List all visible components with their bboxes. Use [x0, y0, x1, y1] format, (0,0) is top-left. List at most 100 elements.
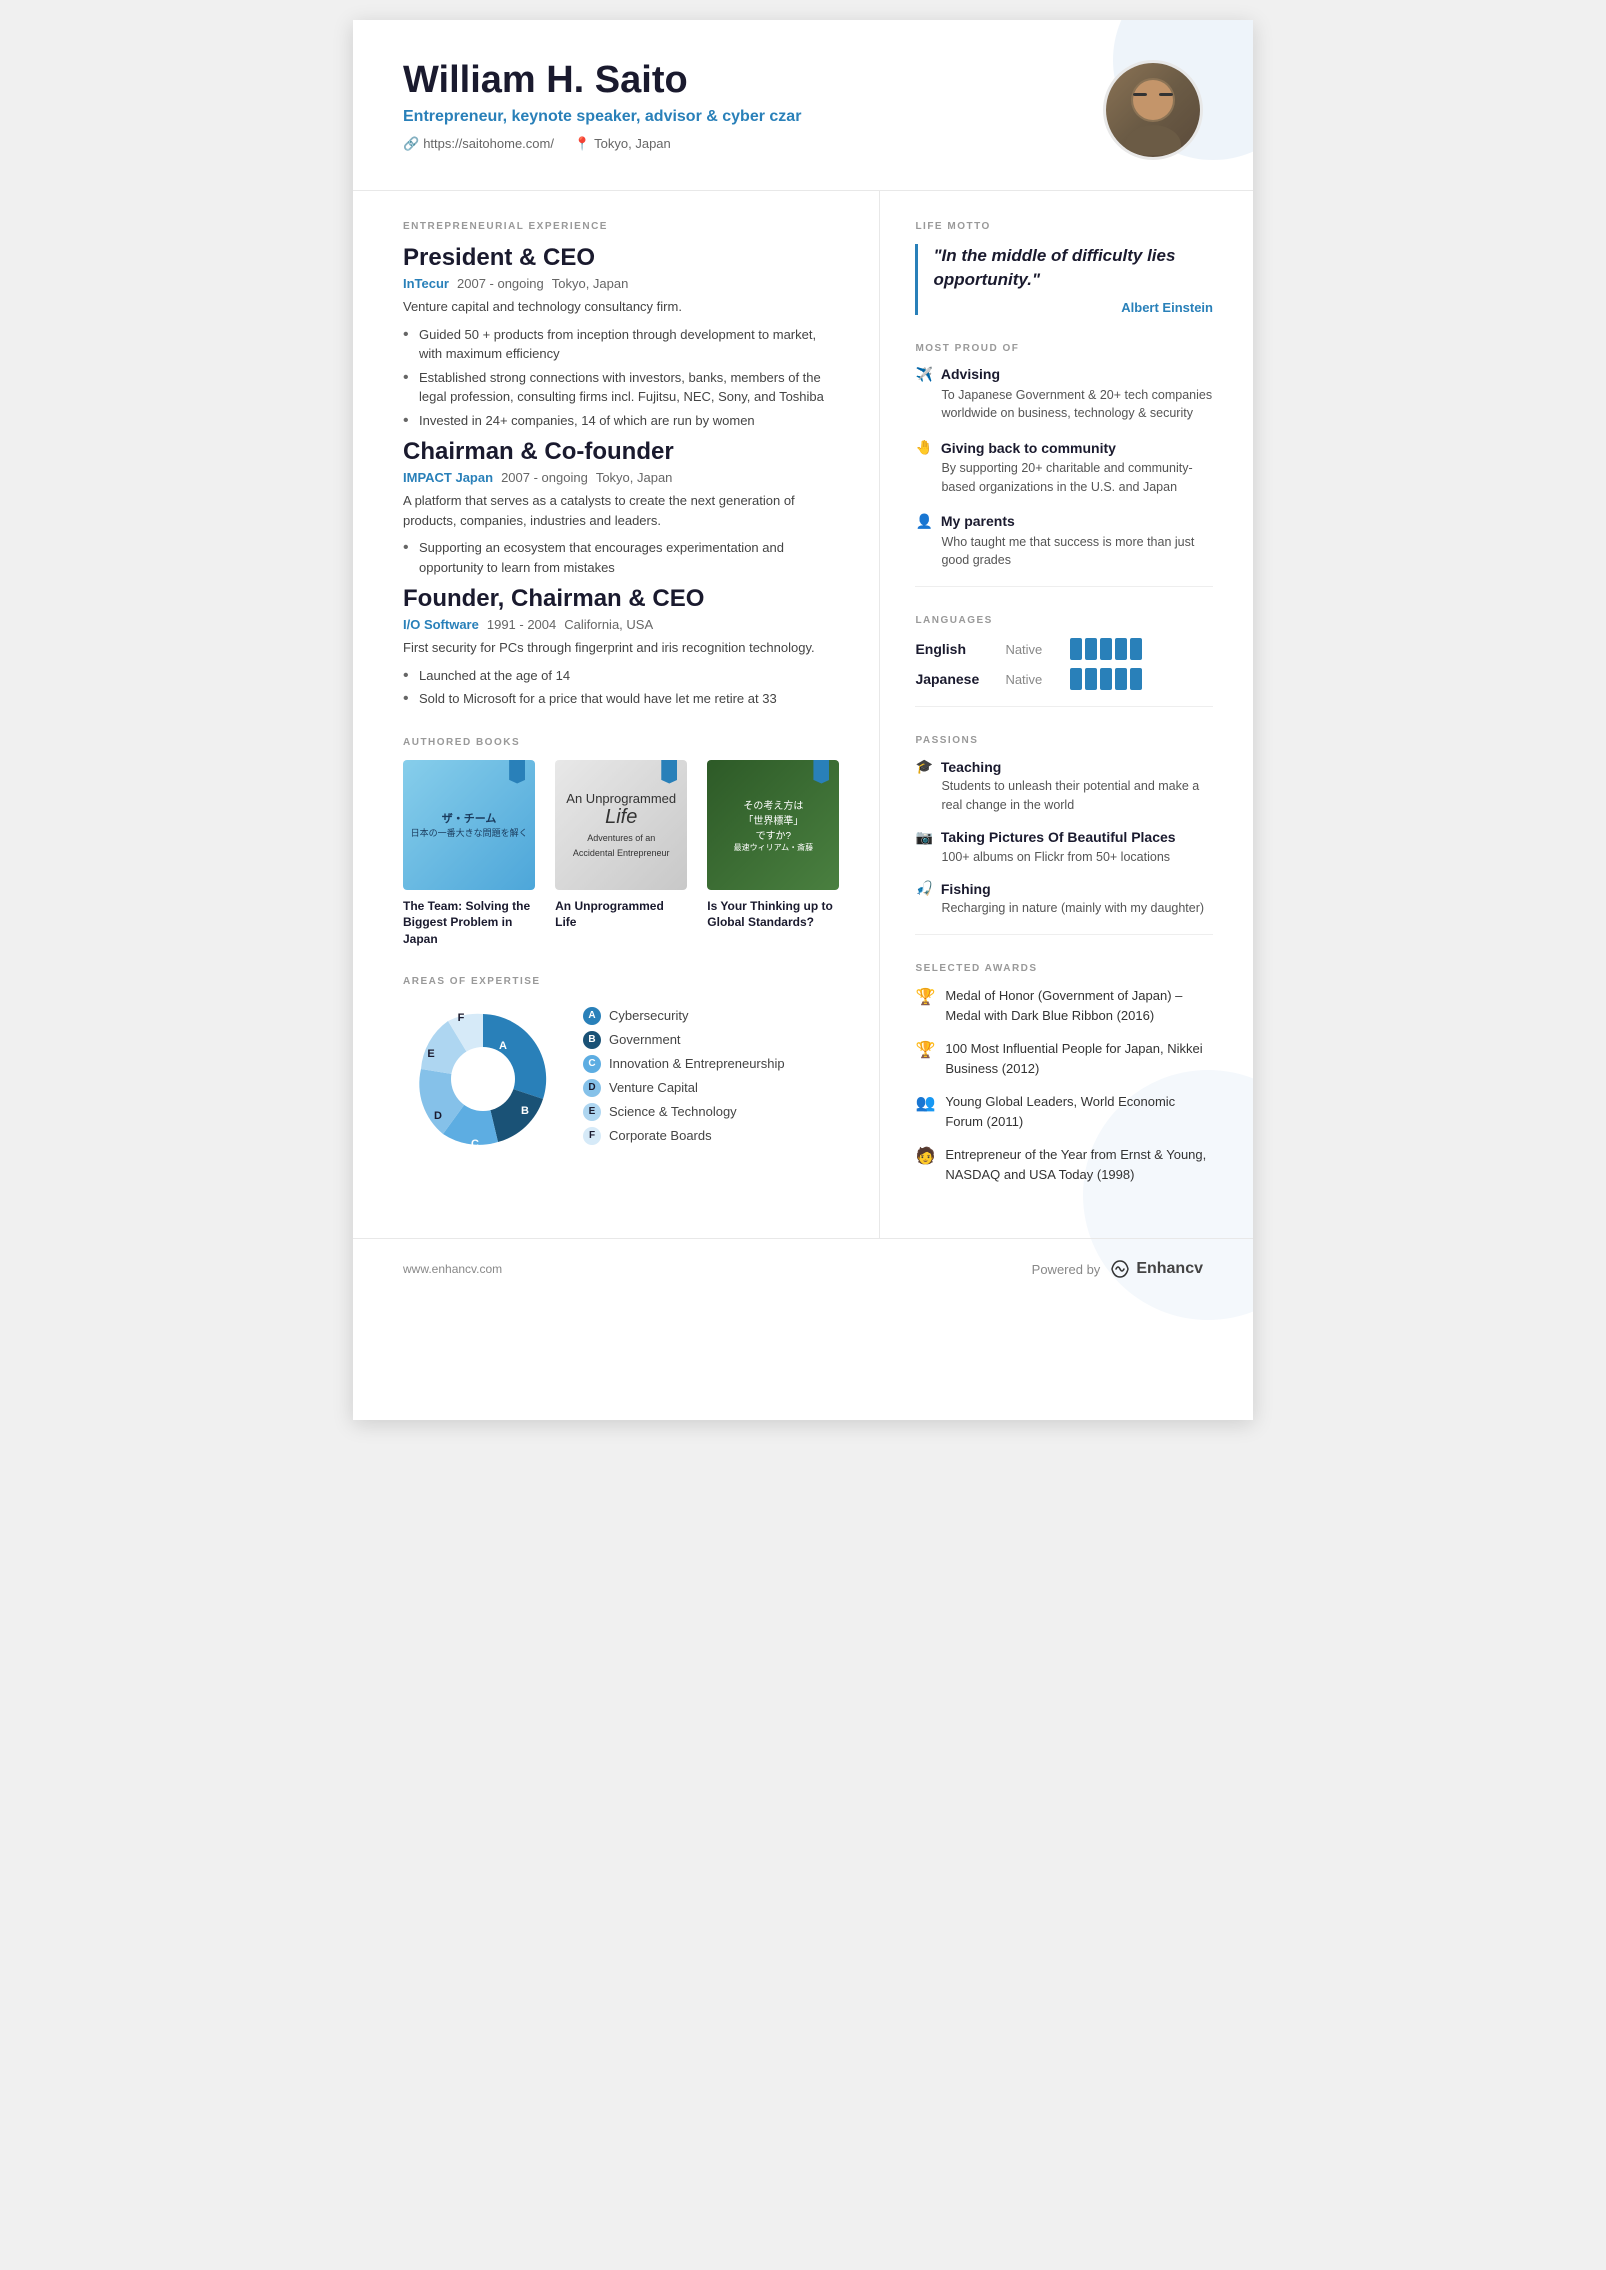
proud-icon-3: 👤	[915, 513, 932, 530]
book-bookmark-1	[509, 760, 525, 784]
passion-title-3: 🎣 Fishing	[915, 880, 1213, 897]
lang-bars-1	[1070, 638, 1142, 660]
location-icon: 📍	[574, 136, 590, 152]
legend-label-c: Innovation & Entrepreneurship	[609, 1056, 785, 1071]
divider-1	[915, 586, 1213, 587]
expertise-legend: A Cybersecurity B Government C Innovatio…	[583, 1007, 839, 1151]
location-info: 📍 Tokyo, Japan	[574, 136, 671, 152]
right-column: LIFE MOTTO "In the middle of difficulty …	[880, 191, 1253, 1238]
footer-powered: Powered by Enhancv	[1032, 1257, 1203, 1281]
resume-container: William H. Saito Entrepreneur, keynote s…	[353, 20, 1253, 1420]
book-item-2: An UnprogrammedLifeAdventures of anAccid…	[555, 760, 687, 948]
book-bookmark-3	[813, 760, 829, 784]
motto-section-label: LIFE MOTTO	[915, 221, 1213, 232]
svg-text:B: B	[521, 1105, 529, 1117]
lang-bar	[1130, 638, 1142, 660]
bullet-item: Established strong connections with inve…	[403, 368, 839, 407]
passion-icon-1: 🎓	[915, 758, 932, 775]
passion-desc-1: Students to unleash their potential and …	[941, 777, 1213, 815]
proud-title-3: 👤 My parents	[915, 513, 1213, 530]
enhancv-brand-name: Enhancv	[1136, 1260, 1203, 1278]
legend-label-a: Cybersecurity	[609, 1008, 688, 1023]
website-link[interactable]: 🔗 https://saitohome.com/	[403, 136, 554, 152]
passion-item-3: 🎣 Fishing Recharging in nature (mainly w…	[915, 880, 1213, 918]
experience-item-2: Chairman & Co-founder IMPACT Japan 2007 …	[403, 438, 839, 577]
bullet-item: Sold to Microsoft for a price that would…	[403, 689, 839, 709]
passion-icon-2: 📷	[915, 829, 932, 846]
legend-label-b: Government	[609, 1032, 681, 1047]
lang-name-1: English	[915, 641, 995, 657]
books-grid: ザ・チーム日本の一番大きな問題を解く The Team: Solving the…	[403, 760, 839, 948]
award-text-2: 100 Most Influential People for Japan, N…	[945, 1039, 1213, 1078]
exp-period-2: 2007 - ongoing	[501, 470, 588, 485]
exp-bullets-1: Guided 50 + products from inception thro…	[403, 325, 839, 431]
proud-item-2: 🤚 Giving back to community By supporting…	[915, 439, 1213, 497]
bullet-item: Launched at the age of 14	[403, 666, 839, 686]
proud-title-1: ✈️ Advising	[915, 366, 1213, 383]
left-column: ENTREPRENEURIAL EXPERIENCE President & C…	[353, 191, 880, 1238]
lang-bar	[1115, 638, 1127, 660]
award-item-1: 🏆 Medal of Honor (Government of Japan) –…	[915, 986, 1213, 1025]
book-cover-text-3: その考え方は「世界標準」ですか?最速ウィリアム・斎藤	[729, 792, 818, 858]
exp-company-1: InTecur	[403, 276, 449, 291]
proud-item-3: 👤 My parents Who taught me that success …	[915, 513, 1213, 571]
exp-desc-2: A platform that serves as a catalysts to…	[403, 491, 839, 530]
main-content: ENTREPRENEURIAL EXPERIENCE President & C…	[353, 191, 1253, 1238]
powered-by-text: Powered by	[1032, 1262, 1101, 1277]
exp-title-1: President & CEO	[403, 244, 839, 272]
legend-label-e: Science & Technology	[609, 1104, 737, 1119]
motto-box: "In the middle of difficulty lies opport…	[915, 244, 1213, 315]
expertise-chart: A B C D E F	[403, 999, 563, 1159]
exp-bullets-2: Supporting an ecosystem that encourages …	[403, 538, 839, 577]
lang-bar	[1070, 668, 1082, 690]
legend-item-c: C Innovation & Entrepreneurship	[583, 1055, 839, 1073]
header-info: William H. Saito Entrepreneur, keynote s…	[403, 60, 801, 152]
exp-company-2: IMPACT Japan	[403, 470, 493, 485]
book-cover-text-1: ザ・チーム日本の一番大きな問題を解く	[406, 805, 533, 844]
footer: www.enhancv.com Powered by Enhancv	[353, 1238, 1253, 1299]
bullet-item: Invested in 24+ companies, 14 of which a…	[403, 411, 839, 431]
lang-level-2: Native	[1005, 672, 1060, 687]
awards-section-label: SELECTED AWARDS	[915, 963, 1213, 974]
legend-item-f: F Corporate Boards	[583, 1127, 839, 1145]
exp-location-1: Tokyo, Japan	[552, 276, 629, 291]
legend-label-f: Corporate Boards	[609, 1128, 712, 1143]
award-text-4: Entrepreneur of the Year from Ernst & Yo…	[945, 1145, 1213, 1184]
lang-level-1: Native	[1005, 642, 1060, 657]
award-icon-2: 🏆	[915, 1040, 935, 1060]
bullet-item: Supporting an ecosystem that encourages …	[403, 538, 839, 577]
enhancv-icon	[1108, 1257, 1132, 1281]
book-title-1: The Team: Solving the Biggest Problem in…	[403, 898, 535, 948]
expertise-section-label: AREAS OF EXPERTISE	[403, 976, 839, 987]
books-section-label: AUTHORED BOOKS	[403, 737, 839, 748]
proud-section-label: MOST PROUD OF	[915, 343, 1213, 354]
divider-2	[915, 706, 1213, 707]
passion-icon-3: 🎣	[915, 880, 932, 897]
exp-period-1: 2007 - ongoing	[457, 276, 544, 291]
legend-letter-e: E	[583, 1103, 601, 1121]
book-cover-2: An UnprogrammedLifeAdventures of anAccid…	[555, 760, 687, 890]
proud-icon-1: ✈️	[915, 366, 932, 383]
svg-text:A: A	[499, 1040, 507, 1052]
svg-text:F: F	[458, 1012, 465, 1024]
lang-bar	[1085, 668, 1097, 690]
legend-letter-c: C	[583, 1055, 601, 1073]
legend-item-d: D Venture Capital	[583, 1079, 839, 1097]
book-item-1: ザ・チーム日本の一番大きな問題を解く The Team: Solving the…	[403, 760, 535, 948]
exp-desc-1: Venture capital and technology consultan…	[403, 297, 839, 317]
lang-bar	[1100, 668, 1112, 690]
exp-title-2: Chairman & Co-founder	[403, 438, 839, 466]
legend-item-e: E Science & Technology	[583, 1103, 839, 1121]
lang-bar	[1070, 638, 1082, 660]
person-name: William H. Saito	[403, 60, 801, 102]
book-item-3: その考え方は「世界標準」ですか?最速ウィリアム・斎藤 Is Your Think…	[707, 760, 839, 948]
legend-letter-d: D	[583, 1079, 601, 1097]
award-text-1: Medal of Honor (Government of Japan) – M…	[945, 986, 1213, 1025]
passion-desc-3: Recharging in nature (mainly with my dau…	[941, 899, 1213, 918]
exp-meta-3: I/O Software 1991 - 2004 California, USA	[403, 617, 839, 632]
experience-item-1: President & CEO InTecur 2007 - ongoing T…	[403, 244, 839, 430]
proud-desc-1: To Japanese Government & 20+ tech compan…	[941, 386, 1213, 424]
exp-desc-3: First security for PCs through fingerpri…	[403, 638, 839, 658]
award-text-3: Young Global Leaders, World Economic For…	[945, 1092, 1213, 1131]
book-bookmark-2	[661, 760, 677, 784]
